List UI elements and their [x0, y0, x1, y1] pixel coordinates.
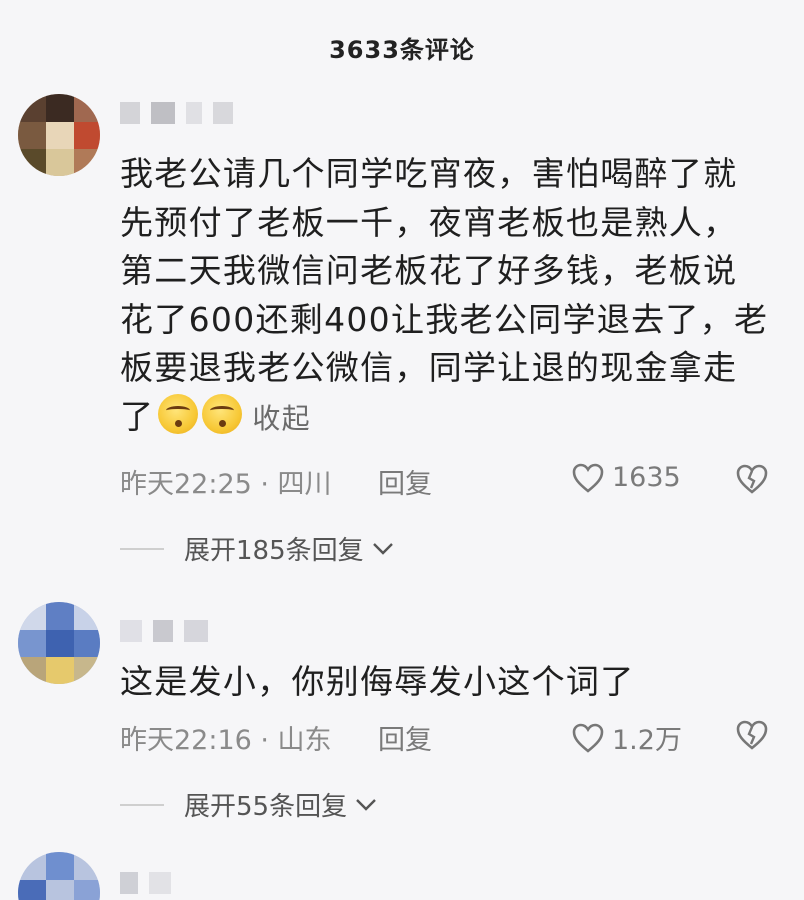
broken-heart-icon: [736, 464, 768, 494]
comment-body: 这是发小，你别侮辱发小这个词了: [120, 662, 635, 701]
comment-meta: 昨天22:25 · 四川 回复 1635: [120, 462, 780, 502]
drooling-face-emoji-icon: [202, 393, 243, 434]
dislike-button[interactable]: [736, 464, 768, 501]
like-count: 1635: [612, 462, 681, 493]
username-blurred[interactable]: [120, 102, 239, 128]
broken-heart-icon: [736, 720, 768, 750]
expand-replies-label: 展开185条回复: [184, 536, 364, 566]
expand-replies-label: 展开55条回复: [184, 792, 348, 822]
dislike-button[interactable]: [736, 720, 768, 757]
comment-time-location: 昨天22:25 · 四川: [120, 469, 332, 500]
chevron-down-icon: [356, 798, 376, 811]
divider-line: [120, 803, 164, 806]
expand-replies-button[interactable]: 展开55条回复: [120, 786, 377, 823]
comments-count-title: 3633条评论: [329, 36, 475, 64]
comment-text: 这是发小，你别侮辱发小这个词了: [120, 658, 770, 707]
divider-line: [120, 547, 164, 550]
reply-button[interactable]: 回复: [378, 462, 432, 501]
heart-outline-icon: [572, 723, 604, 753]
like-button[interactable]: 1.2万: [572, 718, 682, 757]
comment-time-location: 昨天22:16 · 山东: [120, 725, 332, 756]
username-blurred[interactable]: [120, 872, 177, 898]
chevron-down-icon: [372, 542, 393, 555]
collapse-button[interactable]: 收起: [252, 402, 311, 435]
avatar[interactable]: [18, 852, 100, 900]
comment-text: 我老公请几个同学吃宵夜，害怕喝醉了就先预付了老板一千，夜宵老板也是熟人，第二天我…: [120, 150, 770, 443]
comment-meta: 昨天22:16 · 山东 回复 1.2万: [120, 718, 780, 758]
like-count: 1.2万: [612, 725, 682, 756]
username-blurred[interactable]: [120, 620, 214, 646]
reply-button[interactable]: 回复: [378, 718, 432, 757]
like-button[interactable]: 1635: [572, 462, 681, 493]
expand-replies-button[interactable]: 展开185条回复: [120, 530, 394, 567]
comment-body: 我老公请几个同学吃宵夜，害怕喝醉了就先预付了老板一千，夜宵老板也是熟人，第二天我…: [120, 154, 769, 436]
drooling-face-emoji-icon: [158, 393, 199, 434]
heart-outline-icon: [572, 463, 604, 493]
avatar[interactable]: [18, 602, 100, 684]
avatar[interactable]: [18, 94, 100, 176]
